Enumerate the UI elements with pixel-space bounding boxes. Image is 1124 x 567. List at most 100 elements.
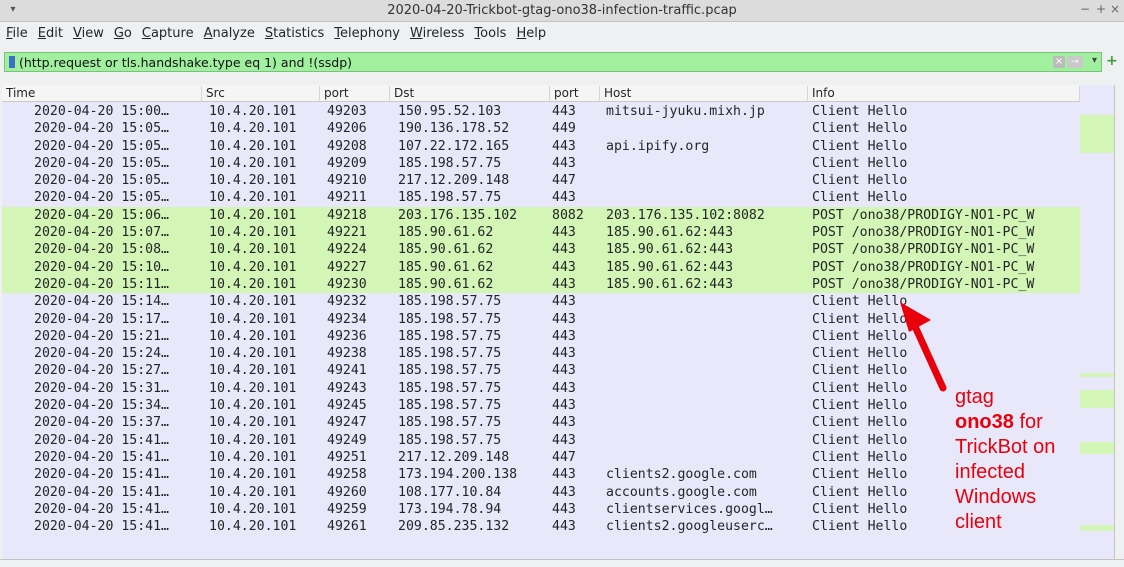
cell-info: Client Hello [812,138,908,154]
menu-view[interactable]: View [67,22,108,41]
packet-row[interactable]: 2020-04-20 15:41… 10.4.20.101 49261 209.85.… [2,518,1080,536]
cell-host: 185.90.61.62:443 [606,242,734,258]
minimize-button[interactable]: − [1080,2,1090,16]
packet-row[interactable]: 2020-04-20 15:00… 10.4.20.101 49203 150.95.… [2,103,1080,121]
cell-host: 203.176.135.102:8082 [606,207,765,223]
packet-row[interactable]: 2020-04-20 15:05… 10.4.20.101 49210 217.12.… [2,172,1080,190]
packet-row[interactable]: 2020-04-20 15:41… 10.4.20.101 49259 173.194… [2,500,1080,519]
cell-src-port: 49251 [327,449,367,465]
cell-dst-port: 443 [552,501,576,517]
column-header-dst-port[interactable]: port [550,86,600,102]
cell-src: 10.4.20.101 [209,501,297,517]
close-button[interactable]: × [1110,2,1120,16]
annotation-line-6: client [955,511,1002,533]
cell-time: 2020-04-20 15:05… [34,190,169,206]
menu-edit[interactable]: Edit [32,22,67,41]
cell-dst: 185.198.57.75 [398,398,502,414]
cell-src: 10.4.20.101 [209,519,297,535]
menu-help[interactable]: Help [510,22,550,41]
packet-row[interactable]: 2020-04-20 15:08… 10.4.20.101 49224 185.90.… [2,241,1080,259]
packet-row[interactable]: 2020-04-20 15:37… 10.4.20.101 49247 185.198… [2,414,1080,432]
packet-row[interactable]: 2020-04-20 15:11… 10.4.20.101 49230 185.90.… [2,275,1080,294]
annotation-line-5: Windows [955,486,1037,508]
cell-src-port: 49224 [327,242,367,258]
display-filter-bar[interactable]: (http.request or tls.handshake.type eq 1… [4,52,1102,72]
packet-row[interactable]: 2020-04-20 15:05… 10.4.20.101 49209 185.198… [2,154,1080,173]
menu-tools[interactable]: Tools [468,22,510,41]
column-header-host[interactable]: Host [600,86,808,102]
cell-src-port: 49210 [327,173,367,189]
cell-dst-port: 447 [552,449,576,465]
cell-src-port: 49221 [327,225,367,241]
menu-statistics[interactable]: Statistics [259,22,328,41]
cell-host: clientservices.googl… [606,501,773,517]
cell-dst-port: 443 [552,328,576,344]
menu-analyze[interactable]: Analyze [198,22,259,41]
display-filter-input[interactable]: (http.request or tls.handshake.type eq 1… [19,55,352,70]
cell-time: 2020-04-20 15:05… [34,155,169,171]
clear-filter-icon[interactable]: × [1053,56,1065,68]
menu-go[interactable]: Go [108,22,136,41]
packet-row[interactable]: 2020-04-20 15:41… 10.4.20.101 49260 108.177… [2,483,1080,501]
menu-bar: File Edit View Go Capture Analyze Statistics Te… [0,22,1124,46]
cell-dst: 217.12.209.148 [398,449,510,465]
cell-dst: 185.198.57.75 [398,155,502,171]
cell-dst: 190.136.178.52 [398,121,510,137]
packet-row[interactable]: 2020-04-20 15:06… 10.4.20.101 49218 203.176… [2,206,1080,225]
maximize-button[interactable]: + [1096,2,1106,16]
cell-host: clients2.google.com [606,467,757,483]
packet-list-header: Time Src port Dst port Host Info [2,85,1080,102]
packet-row[interactable]: 2020-04-20 15:07… 10.4.20.101 49221 185.90.… [2,224,1080,242]
cell-time: 2020-04-20 15:17… [34,311,169,327]
cell-dst: 209.85.235.132 [398,519,510,535]
cell-dst: 185.90.61.62 [398,259,494,275]
cell-src-port: 49245 [327,398,367,414]
cell-dst-port: 443 [552,155,576,171]
packet-row[interactable]: 2020-04-20 15:05… 10.4.20.101 49211 185.198… [2,189,1080,207]
cell-src: 10.4.20.101 [209,242,297,258]
packet-row[interactable]: 2020-04-20 15:05… 10.4.20.101 49208 107.22.… [2,137,1080,155]
cell-src: 10.4.20.101 [209,467,297,483]
cell-src-port: 49238 [327,346,367,362]
cell-src-port: 49230 [327,276,367,292]
column-header-dst[interactable]: Dst [390,86,550,102]
cell-time: 2020-04-20 15:41… [34,484,169,500]
add-filter-button-icon[interactable]: + [1106,53,1118,69]
cell-info: POST /ono38/PRODIGY-NO1-PC_W [812,242,1035,258]
annotation-line-1: gtag [955,386,994,408]
packet-row[interactable]: 2020-04-20 15:10… 10.4.20.101 49227 185.90.… [2,258,1080,276]
vertical-scrollbar[interactable] [1114,85,1124,560]
cell-time: 2020-04-20 15:10… [34,259,169,275]
cell-dst: 185.198.57.75 [398,380,502,396]
cell-dst: 185.198.57.75 [398,328,502,344]
filter-bookmark-icon[interactable] [9,56,15,68]
menu-wireless[interactable]: Wireless [404,22,468,41]
horizontal-scrollbar[interactable] [0,559,1124,567]
cell-info: Client Hello [812,155,908,171]
column-header-info[interactable]: Info [808,86,1080,102]
cell-src-port: 49241 [327,363,367,379]
packet-row[interactable]: 2020-04-20 15:41… 10.4.20.101 49249 185.198… [2,431,1080,449]
cell-src: 10.4.20.101 [209,328,297,344]
cell-info: Client Hello [812,104,908,119]
menu-capture[interactable]: Capture [136,22,198,41]
cell-time: 2020-04-20 15:41… [34,449,169,465]
cell-src-port: 49209 [327,155,367,171]
minimap-http-mark [1080,373,1114,377]
column-header-src[interactable]: Src [202,86,320,102]
column-header-src-port[interactable]: port [320,86,390,102]
cell-dst-port: 443 [552,363,576,379]
cell-src: 10.4.20.101 [209,138,297,154]
packet-row[interactable]: 2020-04-20 15:41… 10.4.20.101 49258 173.194… [2,466,1080,484]
cell-dst-port: 443 [552,467,576,483]
packet-row[interactable]: 2020-04-20 15:41… 10.4.20.101 49251 217.12.… [2,448,1080,467]
cell-dst-port: 443 [552,138,576,154]
menu-file[interactable]: File [0,22,32,41]
apply-filter-icon[interactable]: → [1067,56,1083,68]
cell-src: 10.4.20.101 [209,346,297,362]
packet-row[interactable]: 2020-04-20 15:05… 10.4.20.101 49206 190.136… [2,120,1080,138]
filter-dropdown-icon[interactable]: ▾ [1092,55,1097,66]
cell-src-port: 49227 [327,259,367,275]
column-header-time[interactable]: Time [2,86,202,102]
menu-telephony[interactable]: Telephony [328,22,404,41]
